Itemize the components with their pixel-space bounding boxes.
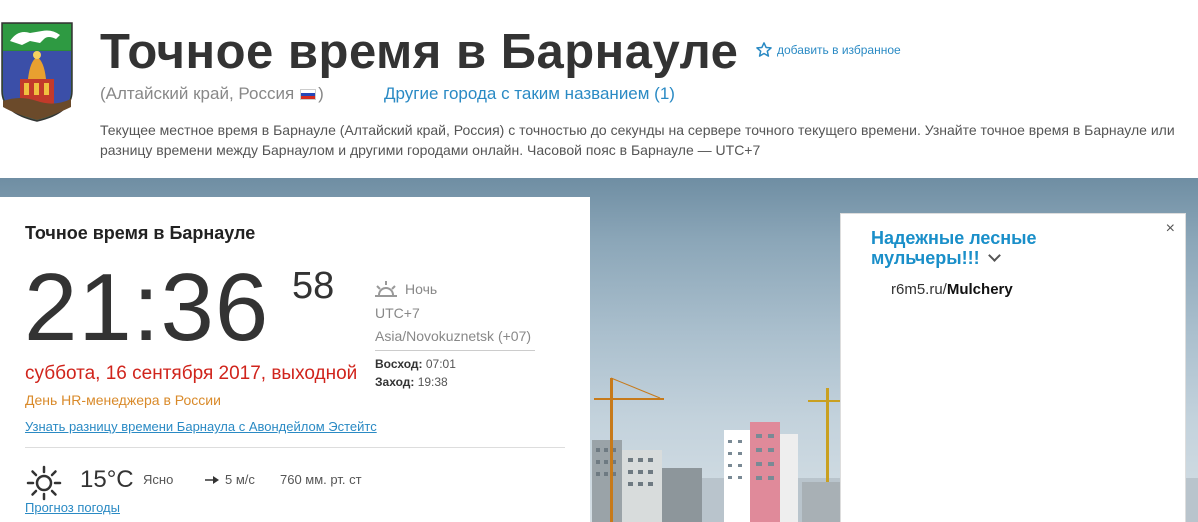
- sunset-label: Заход:: [375, 375, 415, 389]
- ad-close-button[interactable]: ×: [1166, 220, 1175, 238]
- page-title: Точное время в Барнауле: [100, 25, 739, 79]
- temperature: 15°C: [80, 466, 134, 493]
- current-date: суббота, 16 сентября 2017, выходной: [25, 363, 358, 384]
- wind: 5 м/с: [205, 472, 255, 487]
- ad-domain[interactable]: r6m5.ru/Mulchery: [891, 281, 1013, 298]
- time-difference-link[interactable]: Узнать разницу времени Барнаула с Авонде…: [25, 419, 377, 434]
- card-title: Точное время в Барнауле: [25, 223, 256, 243]
- sunrise-time: 07:01: [425, 357, 456, 371]
- sunrise-label: Восход:: [375, 357, 423, 371]
- utc-offset: UTC+7: [375, 305, 420, 321]
- ad-domain-prefix: r6m5.ru/: [891, 281, 947, 298]
- weather-divider: [25, 447, 565, 448]
- time-card: Точное время в Барнауле 21:36 58 Ночь UT…: [0, 197, 590, 522]
- wind-speed: 5 м/с: [225, 472, 255, 487]
- region-text: (Алтайский край, Россия ): [100, 84, 324, 104]
- star-icon: [756, 42, 772, 57]
- day-phase-label: Ночь: [405, 281, 438, 297]
- page-description: Текущее местное время в Барнауле (Алтайс…: [100, 122, 1175, 158]
- advertisement[interactable]: × Надежные лесные мульчеры!!! r6m5.ru/Mu…: [840, 213, 1186, 522]
- ad-title[interactable]: Надежные лесные мульчеры!!!: [871, 228, 1101, 268]
- region-close: ): [318, 84, 324, 103]
- timezone-divider: [375, 350, 535, 351]
- region-label: (Алтайский край, Россия: [100, 84, 295, 103]
- current-time: 21:36: [24, 254, 270, 361]
- holiday-text: День HR-менеджера в России: [25, 392, 221, 408]
- ad-domain-path: Mulchery: [946, 281, 1013, 298]
- sunset-row: Заход: 19:38: [375, 375, 448, 389]
- barnaul-coat-of-arms-icon: [1, 22, 73, 122]
- other-cities-link[interactable]: Другие города с таким названием (1): [384, 84, 675, 104]
- sunrise-row: Восход: 07:01: [375, 357, 456, 371]
- pressure: 760 мм. рт. ст: [280, 472, 362, 487]
- day-phase: Ночь: [373, 279, 437, 299]
- current-seconds: 58: [292, 265, 335, 307]
- sun-icon: [26, 465, 62, 501]
- add-to-favorites-link[interactable]: добавить в избранное: [755, 41, 901, 59]
- wind-arrow-icon: [205, 475, 219, 484]
- page-header: Точное время в Барнауле добавить в избра…: [0, 0, 1198, 178]
- weather-forecast-link[interactable]: Прогноз погоды: [25, 500, 120, 515]
- timezone-name: Asia/Novokuznetsk (+07): [375, 328, 532, 344]
- ad-title-text: Надежные лесные мульчеры!!!: [871, 228, 1037, 268]
- weather-condition: Ясно: [143, 472, 174, 487]
- add-to-favorites-label: добавить в избранное: [777, 43, 901, 57]
- sunset-time: 19:38: [417, 375, 448, 389]
- sunset-icon: [375, 281, 397, 297]
- chevron-down-icon[interactable]: [987, 249, 1001, 262]
- russia-flag-icon: [300, 88, 317, 100]
